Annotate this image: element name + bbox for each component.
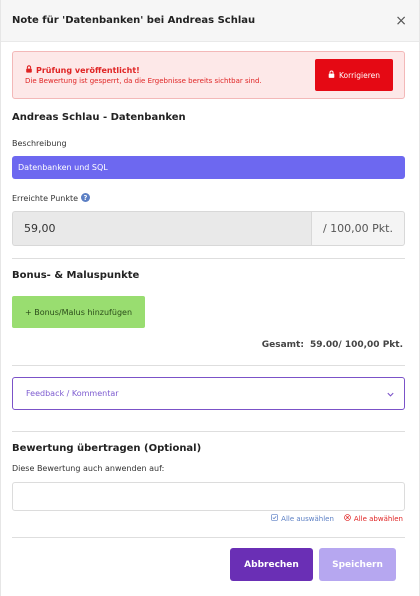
transfer-label: Diese Bewertung auch anwenden auf:: [12, 464, 165, 473]
published-alert: Prüfung veröffentlicht! Die Bewertung is…: [12, 51, 405, 99]
deselect-all-label: Alle abwählen: [353, 514, 403, 523]
x-circle-icon: [344, 514, 351, 523]
total-row: Gesamt: 59.00/ 100,00 Pkt.: [262, 340, 403, 350]
select-all-label: Alle auswählen: [281, 514, 334, 523]
lock-icon: [25, 65, 33, 75]
alert-title: Prüfung veröffentlicht!: [36, 65, 140, 75]
modal-footer: Abbrechen Speichern: [230, 548, 419, 581]
transfer-target-input[interactable]: [12, 482, 405, 511]
divider: [12, 537, 405, 538]
grade-modal: Note für 'Datenbanken' bei Andreas Schla…: [0, 0, 420, 596]
modal-header: Note für 'Datenbanken' bei Andreas Schla…: [1, 0, 419, 42]
check-square-icon: [271, 514, 278, 523]
svg-text:?: ?: [84, 194, 88, 202]
modal-title: Note für 'Datenbanken' bei Andreas Schla…: [12, 15, 256, 26]
divider: [12, 258, 405, 259]
feedback-accordion[interactable]: Feedback / Kommentar: [12, 377, 405, 410]
transfer-section-title: Bewertung übertragen (Optional): [12, 443, 202, 454]
total-value: 59.00/ 100,00 Pkt.: [309, 340, 403, 350]
help-icon[interactable]: ?: [81, 193, 91, 204]
add-bonus-malus-button[interactable]: + Bonus/Malus hinzufügen: [12, 296, 145, 328]
selection-links: Alle auswählen Alle abwählen: [271, 514, 403, 523]
bonus-section-title: Bonus- & Maluspunkte: [12, 270, 140, 281]
points-input-group: 59,00 / 100,00 Pkt.: [12, 211, 405, 246]
korrigieren-label: Korrigieren: [339, 70, 380, 80]
cancel-button[interactable]: Abbrechen: [230, 548, 313, 581]
description-label: Beschreibung: [12, 139, 67, 148]
description-input[interactable]: Datenbanken und SQL: [12, 156, 405, 179]
feedback-placeholder: Feedback / Kommentar: [26, 389, 119, 398]
divider: [12, 431, 405, 432]
chevron-down-icon: [386, 384, 395, 403]
divider: [12, 365, 405, 366]
close-icon[interactable]: ×: [395, 14, 407, 28]
lock-icon: [328, 70, 335, 80]
deselect-all-link[interactable]: Alle abwählen: [344, 514, 403, 523]
points-label: Erreichte Punkte: [12, 194, 79, 203]
korrigieren-button[interactable]: Korrigieren: [315, 59, 393, 91]
points-max-addon: / 100,00 Pkt.: [311, 211, 405, 246]
student-section-title: Andreas Schlau - Datenbanken: [12, 112, 186, 123]
save-button[interactable]: Speichern: [319, 548, 396, 581]
select-all-link[interactable]: Alle auswählen: [271, 514, 334, 523]
alert-message: Die Bewertung ist gesperrt, da die Ergeb…: [25, 77, 262, 85]
points-input[interactable]: 59,00: [12, 211, 311, 246]
total-label: Gesamt:: [261, 340, 304, 350]
